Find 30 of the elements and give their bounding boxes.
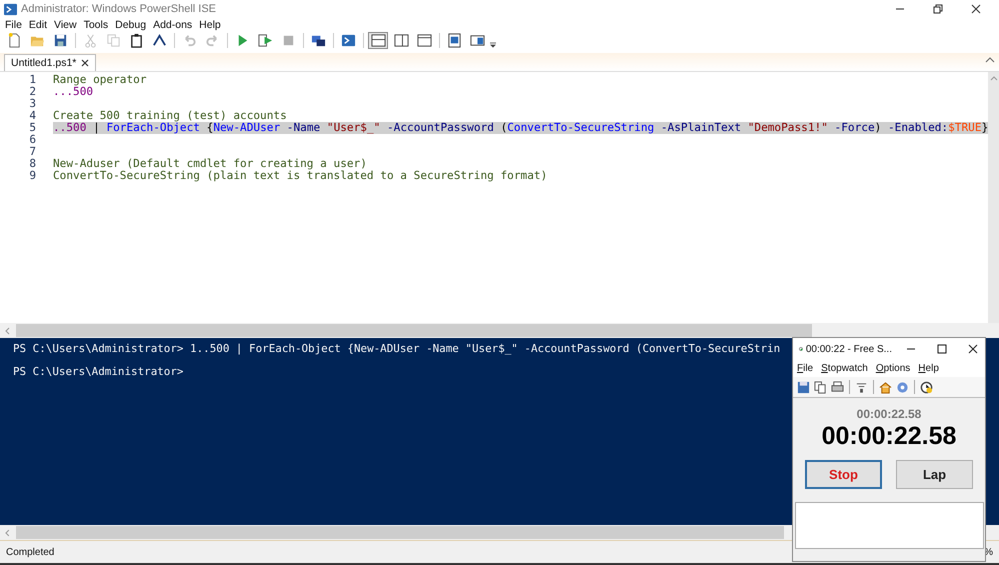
menu-item[interactable]: View [52, 18, 82, 30]
status-text: Completed [6, 546, 54, 558]
line-number: 5 [28, 122, 37, 134]
elapsed-time-small: 00:00:22.58 [856, 407, 922, 421]
line-number: 4 [28, 110, 37, 122]
menu-item[interactable]: Stopwatch [821, 363, 868, 374]
lap-button[interactable]: Lap [896, 460, 973, 489]
line-number: 6 [28, 134, 37, 146]
window-title: Administrator: Windows PowerShell ISE [21, 3, 216, 15]
menu-item[interactable]: Help [918, 363, 939, 374]
menu-item[interactable]: File [3, 18, 27, 30]
menu-item[interactable]: Help [197, 18, 226, 30]
menu-item[interactable]: File [797, 363, 814, 374]
line-number: 7 [28, 146, 37, 158]
line-number: 3 [28, 98, 37, 110]
menu-item[interactable]: Tools [82, 18, 114, 30]
file-tab[interactable]: Untitled1.ps1* [4, 54, 96, 71]
line-number: 2 [28, 86, 37, 98]
stop-button[interactable]: Stop [805, 460, 882, 489]
console-line: PS C:\Users\Administrator> 1..500 | ForEach-Object {New-ADUser -Name "User$_" -AccountPassword (ConvertTo-SecureStrin [13, 343, 780, 355]
window-title: 00:00:22 - Free S... [806, 344, 892, 354]
line-number: 8 [28, 158, 37, 170]
elapsed-time: 00:00:22.58 [822, 422, 956, 451]
menu-item[interactable]: Options [876, 363, 910, 374]
menu-item[interactable]: Edit [26, 18, 52, 30]
menu-item[interactable]: Add-ons [151, 18, 198, 30]
line-number: 9 [28, 170, 37, 182]
console-line: PS C:\Users\Administrator> [13, 366, 184, 378]
menu-item[interactable]: Debug [113, 18, 152, 30]
line-number: 1 [28, 74, 37, 86]
